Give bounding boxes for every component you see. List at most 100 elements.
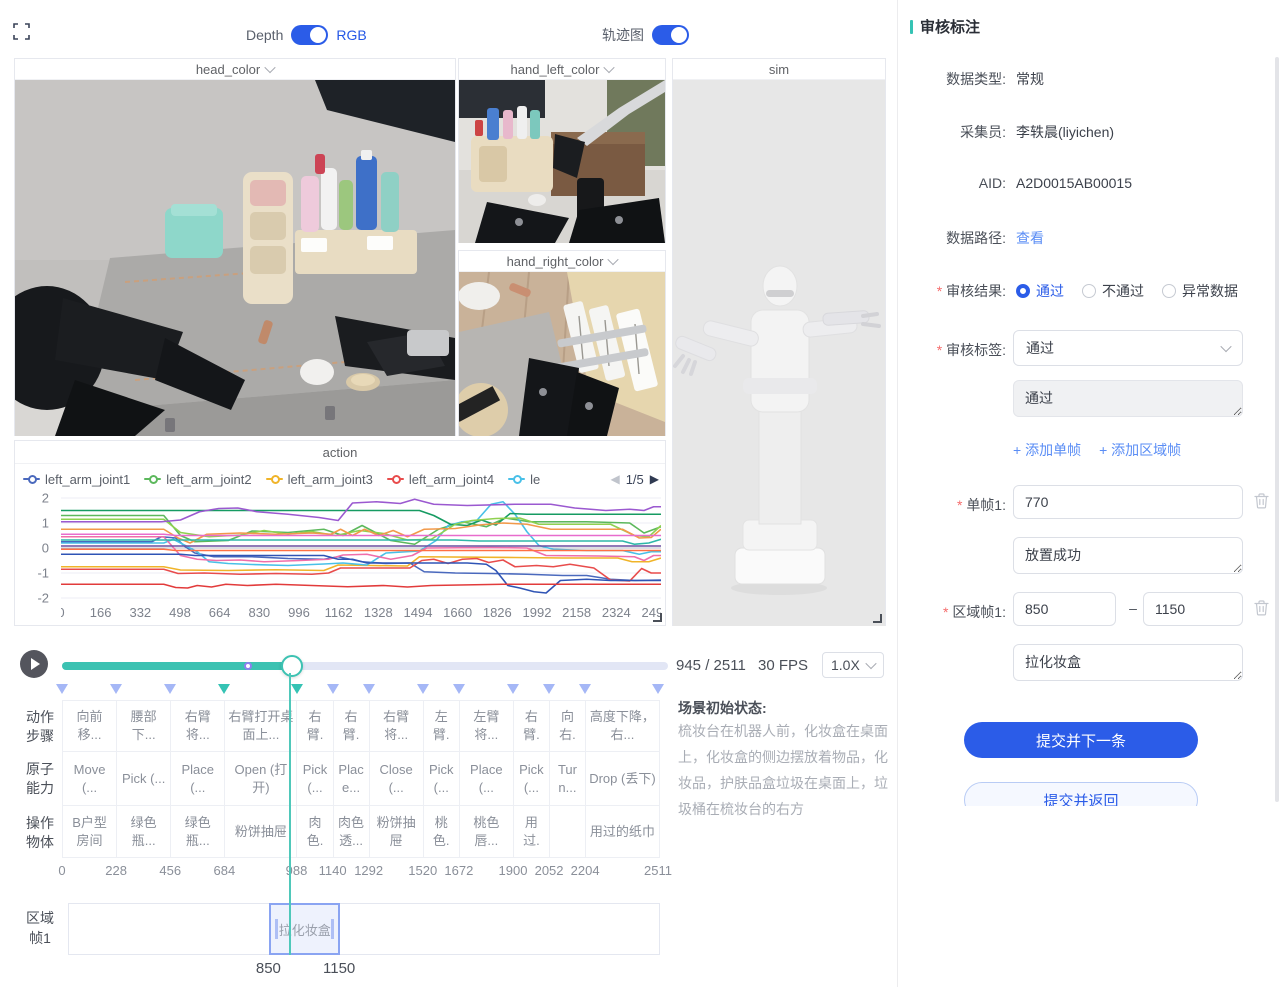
hand-left-color-select[interactable]: hand_left_color	[459, 59, 665, 80]
legend-item-le[interactable]: le	[508, 472, 540, 487]
timeline-marker[interactable]	[56, 684, 68, 694]
step-cell[interactable]: 桃色.	[424, 806, 460, 857]
region-segment[interactable]: 拉化妆盒	[269, 903, 340, 955]
step-cell[interactable]: 右臂将...	[171, 701, 225, 751]
step-cell[interactable]: 右臂将...	[370, 701, 424, 751]
review-tag-select[interactable]: 通过	[1013, 330, 1243, 366]
step-cell[interactable]: 左臂将...	[460, 701, 514, 751]
timeline-marker[interactable]	[579, 684, 591, 694]
segment-left-handle[interactable]	[275, 919, 278, 939]
step-cell[interactable]: Place (...	[460, 752, 514, 805]
single-frame-marker-dot[interactable]	[244, 662, 252, 670]
step-cell[interactable]: 右臂.	[334, 701, 370, 751]
legend-item-left_arm_joint2[interactable]: left_arm_joint2	[144, 472, 251, 487]
timeline-marker-active[interactable]	[218, 684, 230, 694]
step-cell[interactable]: Close (...	[370, 752, 424, 805]
y-tick-label: 2	[42, 491, 49, 506]
panel-scrollbar[interactable]	[1275, 57, 1279, 802]
timeline-marker[interactable]	[110, 684, 122, 694]
step-cell[interactable]: Pick (...	[297, 752, 333, 805]
step-cell[interactable]: 粉饼抽屉	[370, 806, 424, 857]
hand-left-color-title: hand_left_color	[511, 62, 600, 77]
step-cell[interactable]: 右臂.	[514, 701, 550, 751]
step-cell[interactable]: 绿色瓶...	[117, 806, 171, 857]
step-cell[interactable]: 向前移...	[63, 701, 117, 751]
play-button[interactable]	[20, 650, 48, 678]
step-cell[interactable]: 向右.	[550, 701, 586, 751]
delete-single-frame-icon[interactable]	[1254, 493, 1269, 509]
step-cell[interactable]: 左臂.	[424, 701, 460, 751]
step-cell[interactable]	[550, 806, 586, 857]
delete-region-frame-icon[interactable]	[1254, 600, 1269, 616]
radio-pass[interactable]: 通过	[1016, 281, 1064, 301]
step-cell[interactable]: 用过.	[514, 806, 550, 857]
step-cell[interactable]: Turn...	[550, 752, 586, 805]
playback-slider-handle[interactable]	[281, 655, 303, 677]
single-frame-note-textarea[interactable]: 放置成功	[1013, 537, 1243, 574]
resize-handle-icon[interactable]	[873, 614, 882, 623]
fullscreen-icon[interactable]	[13, 23, 30, 40]
timeline-marker[interactable]	[164, 684, 176, 694]
view-data-path-link[interactable]: 查看	[1016, 228, 1044, 248]
step-cell[interactable]: Drop (丢下)	[586, 752, 659, 805]
step-cell[interactable]: Pick (...	[514, 752, 550, 805]
step-cell[interactable]: 用过的纸巾	[586, 806, 659, 857]
step-cell[interactable]: 粉饼抽屉	[225, 806, 297, 857]
head-color-select[interactable]: head_color	[15, 59, 455, 80]
step-cell[interactable]: 右臂打开桌面上...	[225, 701, 297, 751]
timeline-marker-active[interactable]	[291, 684, 303, 694]
timeline-marker[interactable]	[453, 684, 465, 694]
hand-right-color-select[interactable]: hand_right_color	[459, 251, 665, 272]
step-cell[interactable]: Pick (...	[117, 752, 171, 805]
step-cell[interactable]: 绿色瓶...	[171, 806, 225, 857]
legend-item-left_arm_joint4[interactable]: left_arm_joint4	[387, 472, 494, 487]
step-cell[interactable]: B户型房间	[63, 806, 117, 857]
region-frame-track[interactable]: 拉化妆盒	[68, 903, 660, 955]
annotation-review-app: Depth RGB 轨迹图 head_color	[0, 0, 1280, 987]
step-cell[interactable]: 高度下降，右...	[586, 701, 659, 751]
trajectory-toggle[interactable]	[652, 25, 689, 45]
speed-select[interactable]: 1.0X	[822, 652, 884, 678]
region-start-input[interactable]	[1013, 592, 1116, 626]
timeline-marker[interactable]	[507, 684, 519, 694]
step-cell[interactable]: 右臂.	[297, 701, 333, 751]
resize-handle-icon[interactable]	[653, 613, 662, 622]
sim-viewport[interactable]	[673, 80, 885, 626]
add-single-frame-button[interactable]: + 添加单帧	[1013, 440, 1081, 460]
region-frame-note-textarea[interactable]: 拉化妆盒	[1013, 644, 1243, 681]
submit-return-button[interactable]: 提交并返回	[964, 782, 1198, 806]
step-cell[interactable]: 腰部下...	[117, 701, 171, 751]
step-cell[interactable]: Place...	[334, 752, 370, 805]
segment-right-handle[interactable]	[331, 919, 334, 939]
radio-fail[interactable]: 不通过	[1082, 281, 1144, 301]
timeline-marker[interactable]	[363, 684, 375, 694]
timeline-marker[interactable]	[543, 684, 555, 694]
step-cell[interactable]: 桃色唇...	[460, 806, 514, 857]
add-region-frame-button[interactable]: + 添加区域帧	[1099, 440, 1181, 460]
review-comment-textarea[interactable]: 通过	[1013, 380, 1243, 417]
single-frame-input[interactable]	[1013, 485, 1243, 519]
legend-prev-icon[interactable]: ◀	[610, 473, 619, 485]
radio-abnormal[interactable]: 异常数据	[1162, 281, 1238, 301]
chevron-down-icon	[865, 658, 876, 669]
legend-next-icon[interactable]: ▶	[650, 473, 659, 485]
frame-scale-label: 456	[159, 863, 181, 878]
depth-rgb-toggle[interactable]	[291, 25, 328, 45]
region-end-input[interactable]	[1143, 592, 1243, 626]
step-cell[interactable]: Move (...	[63, 752, 117, 805]
step-cell[interactable]: 肉色透...	[334, 806, 370, 857]
step-cell[interactable]: Place (...	[171, 752, 225, 805]
x-tick-label: 1660	[443, 605, 472, 620]
frame-scale-label: 1292	[354, 863, 383, 878]
legend-pager: ◀ 1/5 ▶	[610, 467, 659, 491]
submit-next-button[interactable]: 提交并下一条	[964, 722, 1198, 758]
step-cell[interactable]: Pick (...	[424, 752, 460, 805]
chart-plot-area[interactable]	[61, 493, 661, 603]
step-cell[interactable]: Open (打开)	[225, 752, 297, 805]
timeline-marker[interactable]	[417, 684, 429, 694]
timeline-marker[interactable]	[652, 684, 664, 694]
legend-item-left_arm_joint1[interactable]: left_arm_joint1	[23, 472, 130, 487]
step-cell[interactable]: 肉色.	[297, 806, 333, 857]
legend-item-left_arm_joint3[interactable]: left_arm_joint3	[266, 472, 373, 487]
timeline-marker[interactable]	[327, 684, 339, 694]
